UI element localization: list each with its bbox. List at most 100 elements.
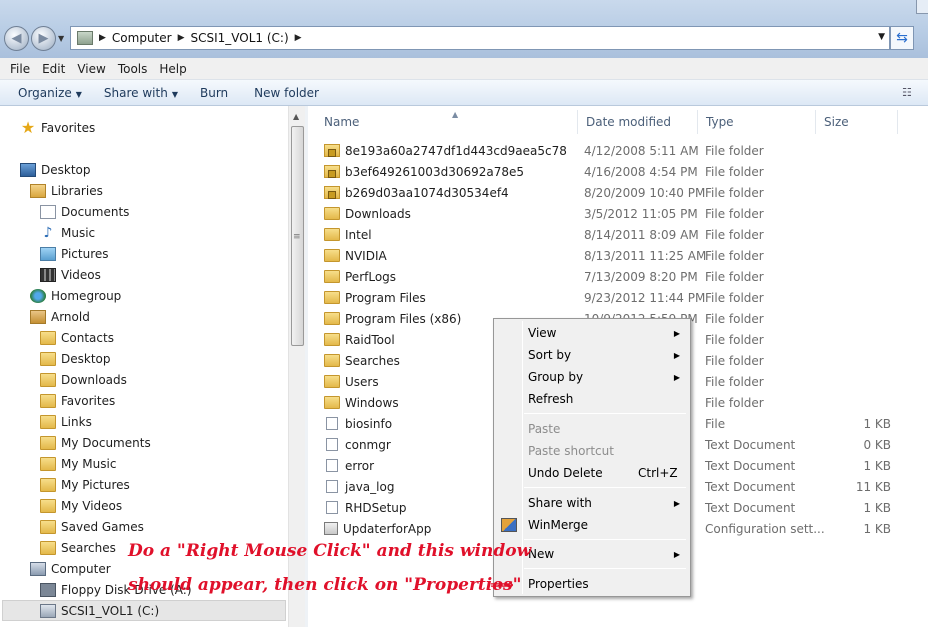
nav-drive-c[interactable]: SCSI1_VOL1 (C:) [40, 601, 159, 621]
address-input[interactable]: ▶ Computer ▶ SCSI1_VOL1 (C:) ▶ ▼ [70, 26, 890, 50]
column-header-date[interactable]: Date modified [578, 110, 698, 134]
folder-icon [324, 396, 340, 409]
menu-item-paste-shortcut[interactable]: Paste shortcut [496, 441, 688, 461]
folder-icon [324, 270, 340, 283]
submenu-arrow-icon: ▶ [673, 350, 680, 360]
nav-desktop[interactable]: Desktop [20, 160, 91, 180]
view-options-icon[interactable]: ☷ [902, 86, 918, 99]
menu-view[interactable]: View [71, 62, 111, 76]
column-header-size[interactable]: Size [816, 110, 898, 134]
file-name-cell: java_log [324, 476, 394, 497]
nav-my-music[interactable]: My Music [40, 454, 116, 474]
nav-homegroup[interactable]: Homegroup [30, 286, 121, 306]
file-date: 3/5/2012 11:05 PM [584, 206, 698, 221]
recent-pages-dropdown-icon[interactable]: ▼ [58, 34, 64, 43]
file-name: error [345, 458, 375, 473]
file-row[interactable]: PerfLogs 7/13/2009 8:20 PM File folder [308, 266, 928, 287]
file-row[interactable]: b3ef649261003d30692a78e5 4/16/2008 4:54 P… [308, 161, 928, 182]
organize-button[interactable]: Organize ▼ [10, 86, 90, 100]
file-row[interactable]: b269d03aa1074d30534ef4 8/20/2009 10:40 PM… [308, 182, 928, 203]
file-row[interactable]: Downloads 3/5/2012 11:05 PM File folder [308, 203, 928, 224]
nav-my-pictures[interactable]: My Pictures [40, 475, 130, 495]
search-box-edge[interactable] [916, 0, 928, 14]
nav-favorites[interactable]: ★ Favorites [20, 118, 95, 138]
breadcrumb-computer[interactable]: Computer [112, 31, 172, 45]
breadcrumb-drive[interactable]: SCSI1_VOL1 (C:) [191, 31, 289, 45]
breadcrumb-chevron-icon[interactable]: ▶ [178, 33, 185, 43]
nav-videos[interactable]: Videos [40, 265, 101, 285]
menu-item-paste[interactable]: Paste [496, 419, 688, 439]
file-name-cell: UpdaterforApp [324, 518, 431, 539]
nav-searches[interactable]: Searches [40, 538, 116, 558]
nav-user-desktop[interactable]: Desktop [40, 349, 111, 369]
share-with-button[interactable]: Share with ▼ [96, 86, 186, 100]
column-header-type[interactable]: Type [698, 110, 816, 134]
new-folder-button[interactable]: New folder [246, 86, 327, 100]
breadcrumb-chevron-icon[interactable]: ▶ [99, 33, 106, 43]
menu-item-label: Share with [528, 496, 592, 510]
menu-tools[interactable]: Tools [112, 62, 154, 76]
column-header-name[interactable]: Name ▲ [316, 110, 578, 134]
file-name: Program Files (x86) [345, 311, 462, 326]
file-size [828, 245, 891, 266]
menu-item-label: View [528, 326, 557, 340]
nav-computer[interactable]: Computer [30, 559, 111, 579]
nav-saved-games[interactable]: Saved Games [40, 517, 144, 537]
file-size: 1 KB [863, 521, 891, 536]
nav-pictures[interactable]: Pictures [40, 244, 109, 264]
text-file-icon [326, 459, 338, 472]
locked-folder-icon [324, 144, 340, 157]
nav-libraries[interactable]: Libraries [30, 181, 103, 201]
menu-item-winmerge[interactable]: WinMerge [496, 515, 688, 535]
file-name-cell: RHDSetup [324, 497, 407, 518]
menu-item-sort-by[interactable]: Sort by ▶ [496, 345, 688, 365]
file-name: java_log [345, 479, 395, 494]
menu-item-label: Refresh [528, 392, 574, 406]
drive-location-icon [77, 31, 93, 45]
file-row[interactable]: Program Files 9/23/2012 11:44 PM File fold… [308, 287, 928, 308]
burn-button[interactable]: Burn [192, 86, 236, 100]
address-dropdown-icon[interactable]: ▼ [878, 32, 885, 42]
refresh-button[interactable]: ⇆ [890, 26, 914, 50]
nav-contacts[interactable]: Contacts [40, 328, 114, 348]
nav-label: Downloads [61, 373, 127, 387]
back-button[interactable]: ◀ [4, 26, 29, 51]
menu-file[interactable]: File [4, 62, 36, 76]
nav-documents[interactable]: Documents [40, 202, 129, 222]
file-row[interactable]: Intel 8/14/2011 8:09 AM File folder [308, 224, 928, 245]
file-row[interactable]: 8e193a60a2747df1d443cd9aea5c78 4/12/2008 … [308, 140, 928, 161]
nav-links[interactable]: Links [40, 412, 92, 432]
menu-bar: File Edit View Tools Help [0, 58, 928, 80]
file-name-cell: 8e193a60a2747df1d443cd9aea5c78 [324, 140, 567, 161]
nav-label: Computer [51, 562, 111, 576]
user-folder-icon [30, 310, 46, 324]
menu-help[interactable]: Help [153, 62, 192, 76]
folder-icon [324, 291, 340, 304]
file-name-cell: Program Files (x86) [324, 308, 461, 329]
file-row[interactable]: NVIDIA 8/13/2011 11:25 AM File folder [308, 245, 928, 266]
menu-item-group-by[interactable]: Group by ▶ [496, 367, 688, 387]
file-size [828, 182, 891, 203]
nav-user-favorites[interactable]: Favorites [40, 391, 115, 411]
menu-item-properties[interactable]: Properties [496, 574, 688, 594]
menu-item-label: New [528, 547, 555, 561]
menu-item-view[interactable]: View ▶ [496, 323, 688, 343]
scroll-up-icon[interactable]: ▲ [293, 112, 299, 121]
nav-music[interactable]: ♪ Music [40, 223, 96, 243]
back-arrow-icon: ◀ [11, 31, 22, 46]
nav-arnold[interactable]: Arnold [30, 307, 90, 327]
file-type: File [705, 416, 726, 431]
file-type: File folder [705, 395, 764, 410]
breadcrumb-chevron-icon[interactable]: ▶ [295, 33, 302, 43]
menu-item-undo-delete[interactable]: Undo Delete Ctrl+Z [496, 463, 688, 483]
menu-item-share-with[interactable]: Share with ▶ [496, 493, 688, 513]
nav-my-videos[interactable]: My Videos [40, 496, 122, 516]
nav-my-documents[interactable]: My Documents [40, 433, 151, 453]
file-name: Windows [345, 395, 399, 410]
menu-item-refresh[interactable]: Refresh [496, 389, 688, 409]
menu-edit[interactable]: Edit [36, 62, 71, 76]
forward-button[interactable]: ▶ [31, 26, 56, 51]
file-date: 7/13/2009 8:20 PM [584, 269, 698, 284]
nav-downloads[interactable]: Downloads [40, 370, 127, 390]
file-name-cell: NVIDIA [324, 245, 387, 266]
